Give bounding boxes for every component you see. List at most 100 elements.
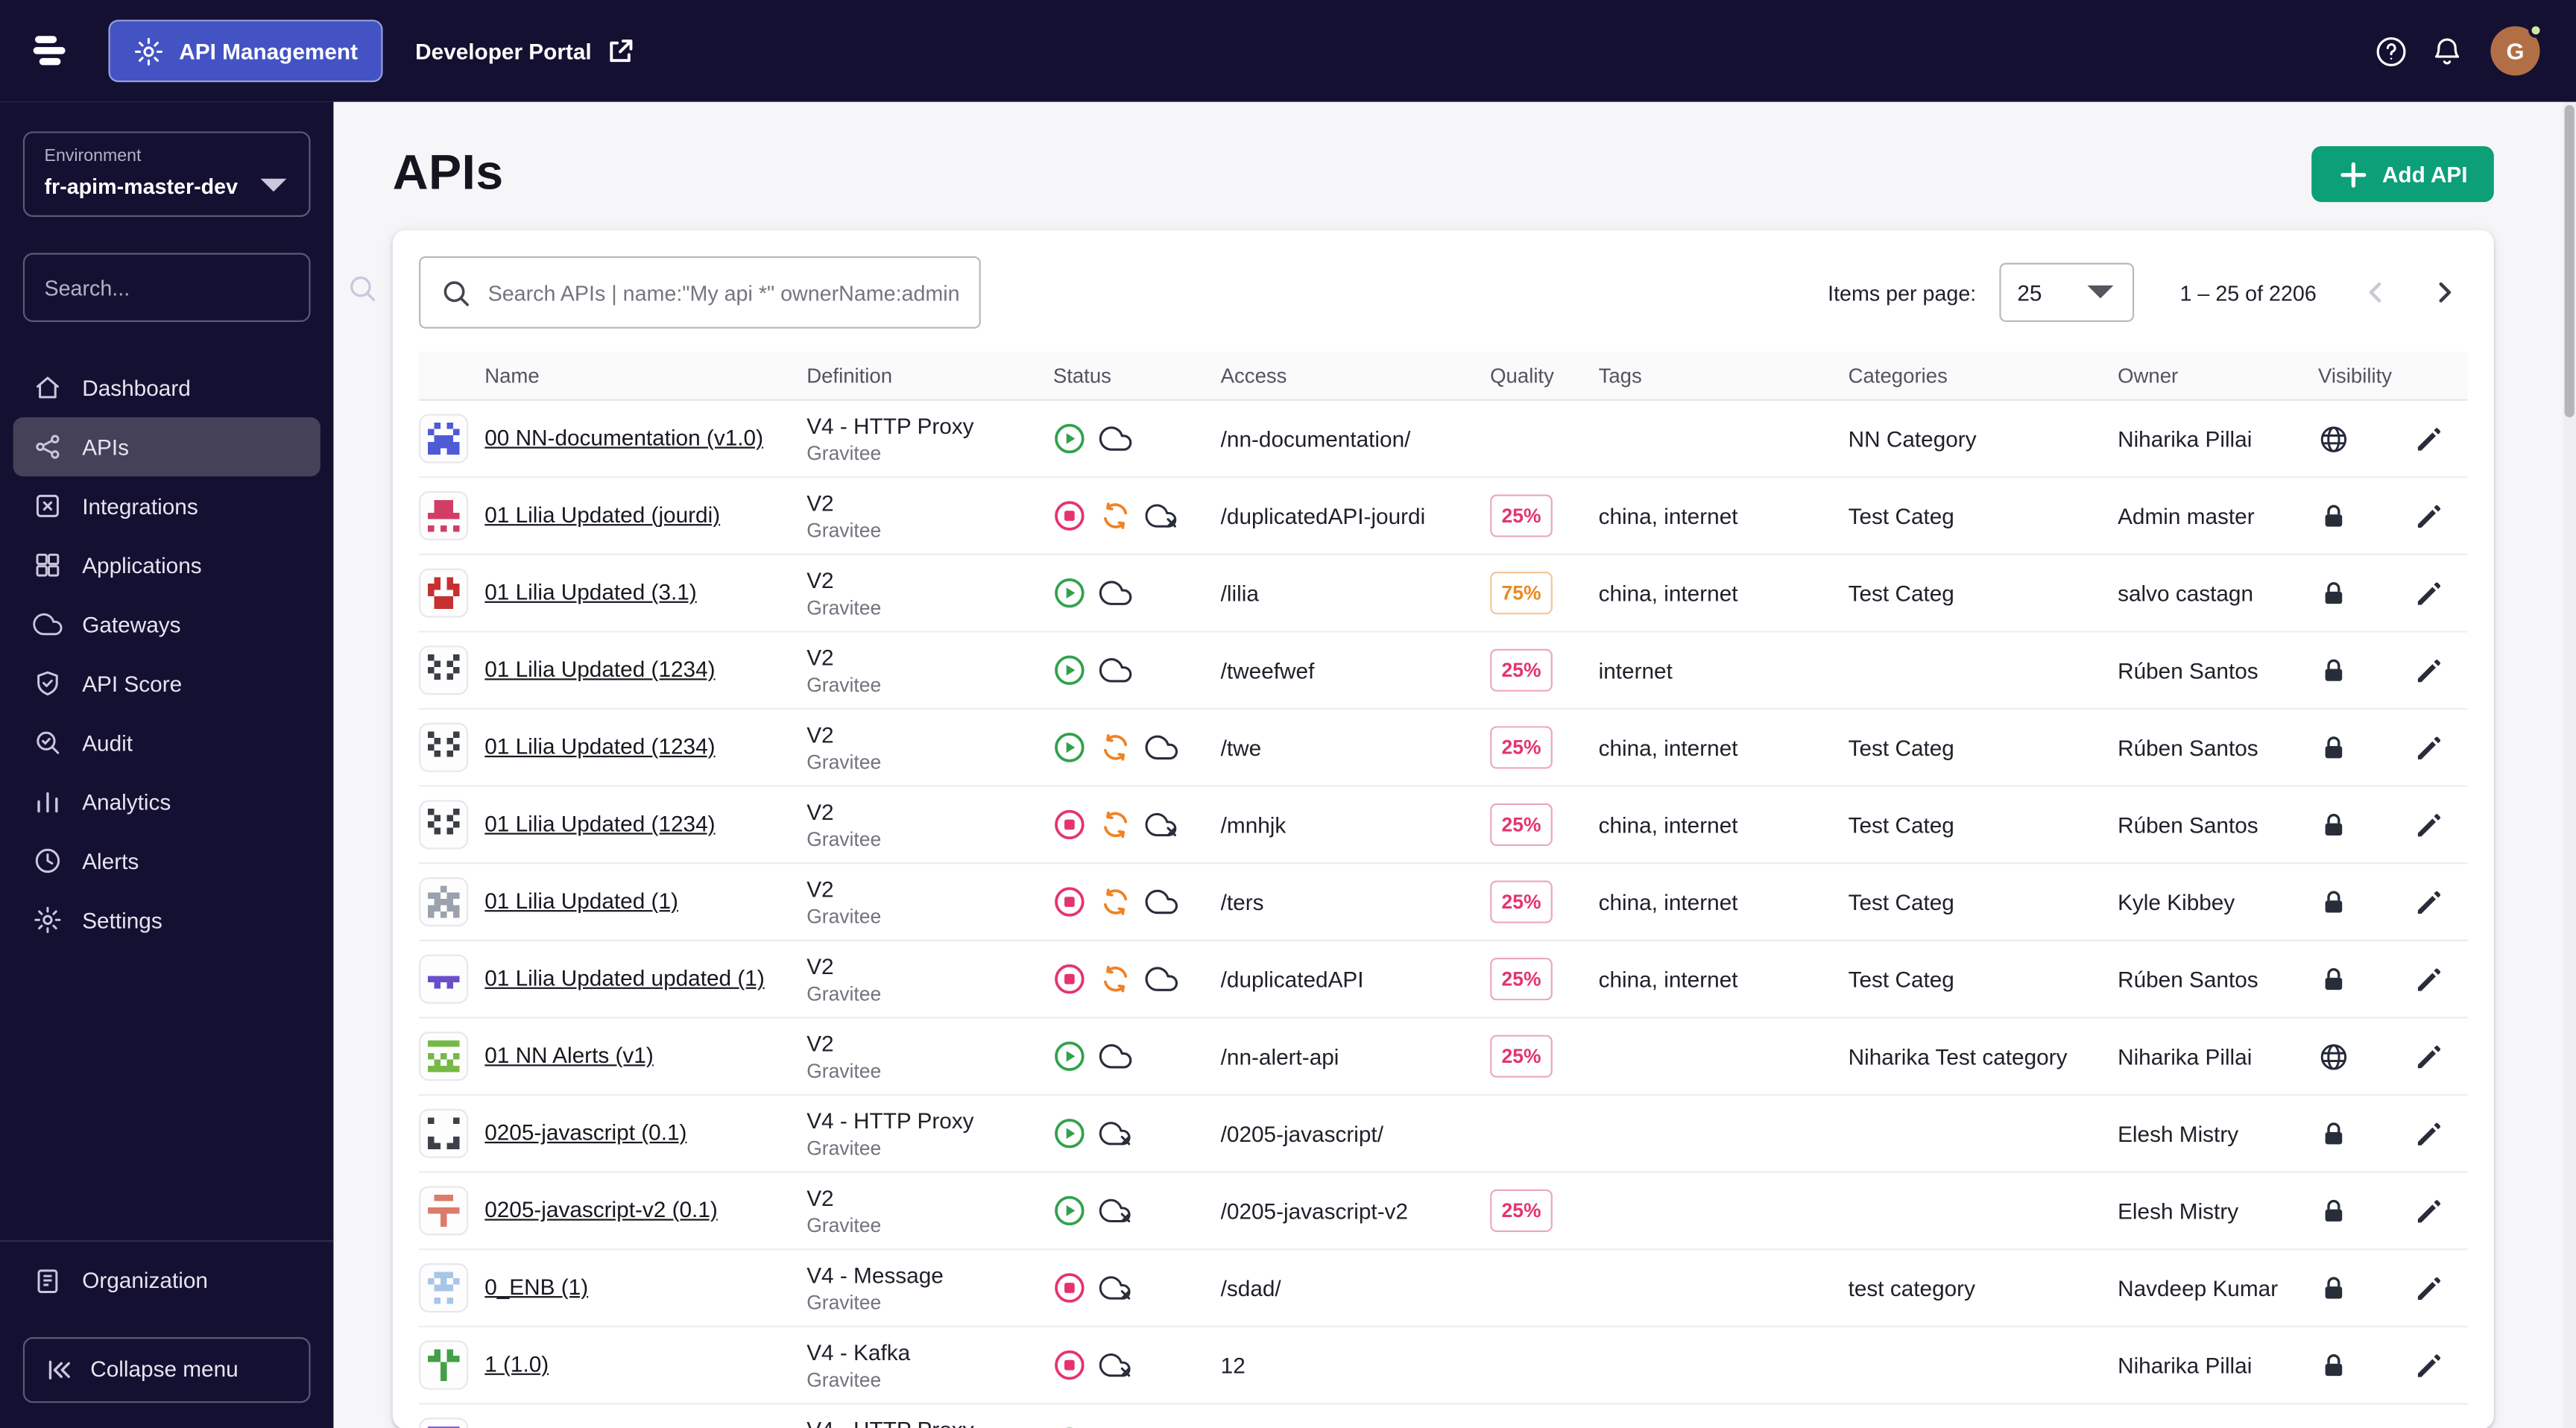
api-provider: Gravitee [806, 1136, 882, 1159]
api-name-link[interactable]: 01 Lilia Updated (1) [484, 888, 678, 913]
user-avatar[interactable]: G [2490, 22, 2543, 76]
scrollbar-thumb[interactable] [2564, 105, 2575, 417]
started-icon [1053, 422, 1086, 455]
api-name-link[interactable]: 01 Lilia Updated (3.1) [484, 580, 697, 604]
api-access-path: /0205-javascript/ [1220, 1121, 1383, 1146]
out-of-sync-icon [1099, 499, 1132, 532]
api-name-link[interactable]: 01 Lilia Updated (jourdi) [484, 502, 720, 527]
api-name-link[interactable]: 0205-javascript (0.1) [484, 1120, 686, 1145]
edit-api-button[interactable] [2414, 654, 2468, 686]
table-row: 0_ENB (1) V4 - Message Gravitee /sdad/ t… [419, 1250, 2468, 1327]
api-name-link[interactable]: 1 (1.0) [484, 1352, 549, 1377]
environment-selector[interactable]: Environment fr-apim-master-dev [22, 131, 311, 217]
api-name-link[interactable]: 01 Lilia Updated updated (1) [484, 966, 765, 991]
environment-label: Environment [44, 146, 142, 166]
sidebar-item-api-score[interactable]: API Score [13, 654, 321, 713]
edit-api-button[interactable] [2414, 964, 2468, 995]
edit-api-button[interactable] [2414, 886, 2468, 917]
edit-api-button[interactable] [2414, 1040, 2468, 1072]
api-name-link[interactable]: 01 Lilia Updated (1234) [484, 657, 715, 682]
items-per-page-label: Items per page: [1828, 279, 1977, 305]
api-avatar [419, 1263, 469, 1313]
sidebar-item-label: Applications [82, 552, 202, 578]
edit-api-button[interactable] [2414, 1350, 2468, 1381]
topbar: API Management Developer Portal G [0, 0, 2576, 102]
published-icon [1145, 963, 1178, 996]
edit-api-button[interactable] [2414, 1118, 2468, 1149]
edit-api-button[interactable] [2414, 1195, 2468, 1226]
edit-api-button[interactable] [2414, 500, 2468, 531]
sidebar-item-applications[interactable]: Applications [13, 536, 321, 595]
api-name-link[interactable]: 01 Lilia Updated (1234) [484, 812, 715, 836]
plus-icon [2337, 159, 2369, 190]
sidebar-item-alerts[interactable]: Alerts [13, 831, 321, 890]
table-row: 01 Lilia Updated (1) V2 Gravitee /ters 2… [419, 864, 2468, 941]
table-row: 1 (1.0) V4 - Kafka Gravitee 12 Niharika … [419, 1327, 2468, 1405]
sidebar-item-label: Alerts [82, 848, 139, 873]
shield-icon [33, 669, 63, 698]
api-name-link[interactable]: 01 Lilia Updated (1234) [484, 734, 715, 759]
sidebar-item-label: APIs [82, 434, 130, 460]
quality-badge: 75% [1490, 572, 1553, 615]
edit-icon [2414, 809, 2445, 841]
sidebar-item-integrations[interactable]: Integrations [13, 476, 321, 535]
globe-icon [2318, 1040, 2349, 1072]
sidebar-item-organization[interactable]: Organization [13, 1245, 321, 1317]
notifications-bell-button[interactable] [2418, 23, 2474, 79]
edit-api-button[interactable] [2414, 423, 2468, 455]
api-management-button[interactable]: API Management [108, 19, 383, 83]
api-name-link[interactable]: 01 NN Alerts (v1) [484, 1043, 654, 1068]
sidebar-item-apis[interactable]: APIs [13, 417, 321, 477]
sidebar-item-gateways[interactable]: Gateways [13, 595, 321, 654]
api-status [1053, 1194, 1221, 1227]
api-owner: Elesh Mistry [2118, 1121, 2239, 1146]
api-name-link[interactable]: 0_ENB (1) [484, 1274, 588, 1299]
edit-api-button[interactable] [2414, 578, 2468, 609]
stopped-icon [1053, 1349, 1086, 1382]
api-search-input[interactable] [487, 279, 960, 305]
api-definition: V4 - HTTP Proxy [806, 1417, 1040, 1428]
api-provider: Gravitee [806, 1367, 882, 1391]
api-name-link[interactable]: 0205-javascript-v2 (0.1) [484, 1198, 718, 1222]
developer-portal-link[interactable]: Developer Portal [415, 35, 636, 66]
edit-icon [2414, 423, 2445, 455]
avatar-initial: G [2506, 37, 2525, 64]
next-page-button[interactable] [2422, 269, 2468, 315]
scrollbar-track [2563, 101, 2576, 1428]
table-row: 0205-javascript (0.1) V4 - HTTP Proxy Gr… [419, 1096, 2468, 1173]
api-visibility [2318, 654, 2414, 686]
edit-api-button[interactable] [2414, 809, 2468, 841]
edit-api-button[interactable] [2414, 1272, 2468, 1304]
sidebar-item-dashboard[interactable]: Dashboard [13, 358, 321, 417]
api-provider: Gravitee [806, 672, 882, 696]
api-status [1053, 1349, 1221, 1382]
api-tags: china, internet [1598, 735, 1738, 760]
api-provider: Gravitee [806, 827, 882, 850]
sidebar-item-analytics[interactable]: Analytics [13, 772, 321, 831]
developer-portal-label: Developer Portal [415, 38, 592, 63]
api-definition: V4 - HTTP Proxy [806, 1108, 974, 1133]
api-name-link[interactable]: 00 NN-documentation (v1.0) [484, 426, 763, 450]
items-per-page-select[interactable]: 25 [1999, 262, 2134, 323]
collapse-menu-button[interactable]: Collapse menu [22, 1336, 311, 1403]
started-icon [1053, 1040, 1086, 1072]
api-quality: 25% [1490, 1189, 1598, 1233]
organization-icon [33, 1266, 63, 1295]
add-api-button[interactable]: Add API [2311, 146, 2494, 203]
sidebar-item-audit[interactable]: Audit [13, 713, 321, 772]
api-status [1053, 577, 1221, 610]
help-button[interactable] [2362, 23, 2418, 79]
lock-icon [2318, 886, 2349, 917]
started-icon [1053, 1194, 1086, 1227]
sidebar-item-settings[interactable]: Settings [13, 891, 321, 950]
edit-api-button[interactable] [2414, 732, 2468, 763]
sidebar-search-input[interactable] [44, 275, 334, 300]
out-of-sync-icon [1099, 885, 1132, 918]
column-header-owner: Owner [2118, 364, 2179, 388]
chevron-down-icon [2085, 277, 2116, 308]
unpublished-icon [1145, 808, 1178, 841]
published-icon [1099, 422, 1132, 455]
gear-icon [133, 35, 165, 66]
quality-badge: 25% [1490, 957, 1553, 1001]
api-provider: Gravitee [806, 904, 882, 928]
